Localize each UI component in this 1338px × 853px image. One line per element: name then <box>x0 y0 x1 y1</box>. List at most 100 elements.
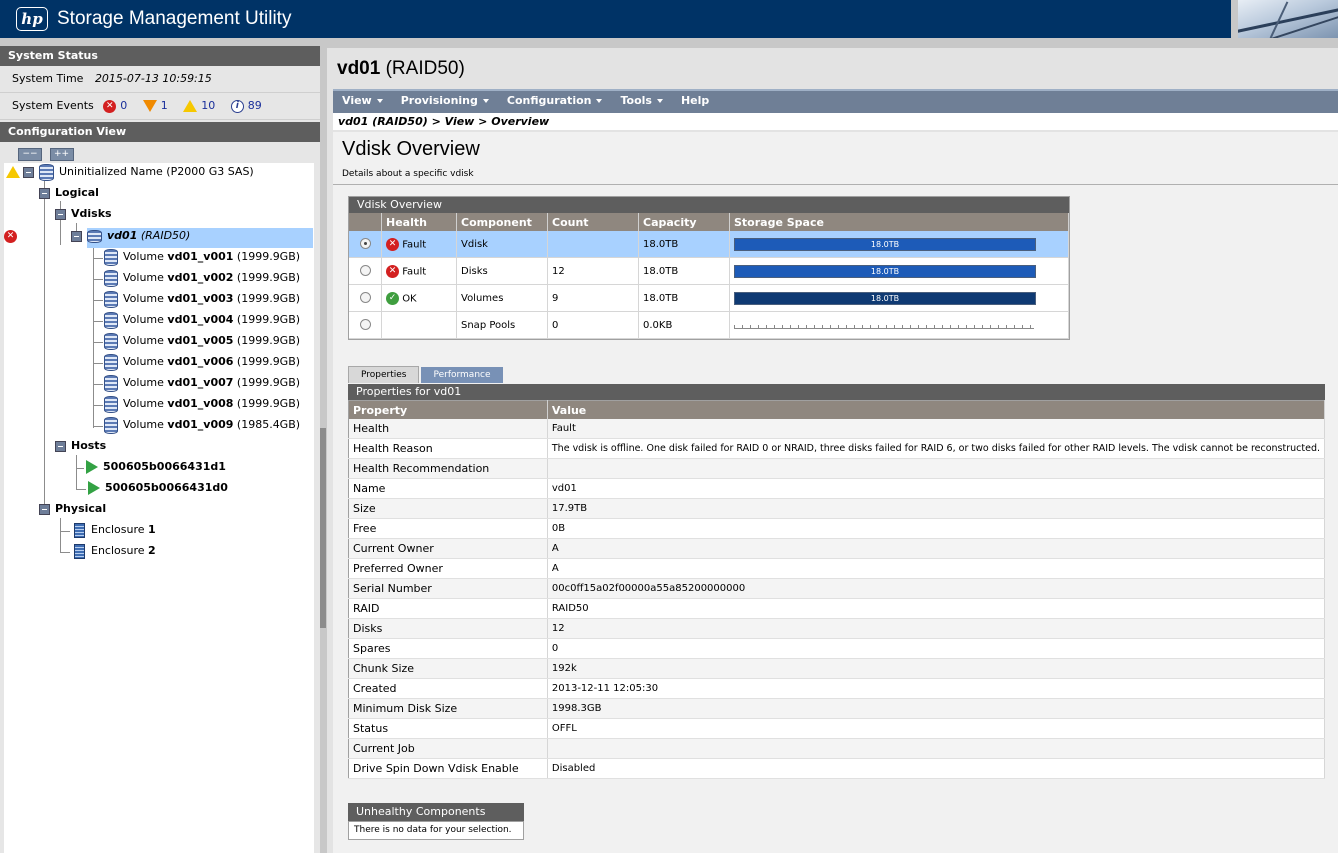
property-name: Current Owner <box>348 538 548 559</box>
property-value: 17.9TB <box>547 498 1326 519</box>
volume-icon <box>104 248 118 266</box>
error-events[interactable]: 1 <box>142 93 168 119</box>
tree-node-physical[interactable]: Physical <box>39 500 106 520</box>
column-header: Property <box>348 400 548 419</box>
row-radio[interactable] <box>359 319 371 331</box>
vdisk-overview-panel: Vdisk Overview Health Component Count Ca… <box>348 196 1070 340</box>
row-radio[interactable] <box>359 238 371 250</box>
unhealthy-components-panel: Unhealthy Components There is no data fo… <box>348 803 524 840</box>
content-pane: Vdisk Overview Details about a specific … <box>333 132 1338 853</box>
health-value <box>381 311 457 339</box>
column-header: Storage Space <box>729 213 1069 231</box>
table-row: Spares 0 <box>348 638 1326 659</box>
enclosure-icon <box>74 543 85 559</box>
volume-name: vd01_v007 <box>167 376 234 389</box>
tree-node-volume[interactable]: Volume vd01_v001 (1999.9GB) <box>104 248 300 268</box>
property-name: Serial Number <box>348 578 548 599</box>
tree-node-volume[interactable]: Volume vd01_v007 (1999.9GB) <box>104 374 300 394</box>
warning-events[interactable]: 10 <box>183 93 215 119</box>
info-events[interactable]: i 89 <box>230 93 262 119</box>
tree-node-system[interactable]: Uninitialized Name (P2000 G3 SAS) <box>6 163 254 183</box>
tab-performance[interactable]: Performance <box>421 367 503 383</box>
configuration-view-header: Configuration View <box>0 122 320 142</box>
property-name: Free <box>348 518 548 539</box>
row-radio[interactable] <box>359 265 371 277</box>
property-value: 2013-12-11 12:05:30 <box>547 678 1326 699</box>
tree-node-volume[interactable]: Volume vd01_v008 (1999.9GB) <box>104 395 300 415</box>
volume-name: vd01_v006 <box>167 355 234 368</box>
table-row: Preferred Owner A <box>348 558 1326 579</box>
tree-node-host[interactable]: 500605b0066431d0 <box>88 479 228 499</box>
table-row[interactable]: ✕ Fault Vdisk 18.0TB 18.0TB <box>349 231 1069 258</box>
row-radio[interactable] <box>359 292 371 304</box>
tree-node-volume[interactable]: Volume vd01_v009 (1985.4GB) <box>104 416 300 436</box>
collapse-icon[interactable] <box>23 166 34 178</box>
collapse-icon[interactable] <box>71 230 82 242</box>
component-cell: Snap Pools <box>456 311 548 339</box>
overview-panel-title: Vdisk Overview <box>349 197 1069 213</box>
tree-node-enclosure[interactable]: Enclosure 1 <box>74 521 156 541</box>
table-row: Health Reason The vdisk is offline. One d… <box>348 438 1326 459</box>
capacity-cell: 0.0KB <box>638 311 730 339</box>
storage-bar: 18.0TB <box>734 291 1036 305</box>
select-column-header <box>349 213 382 231</box>
table-row: Status OFFL <box>348 718 1326 739</box>
menu-configuration[interactable]: Configuration <box>498 91 612 111</box>
tree-node-vdisks[interactable]: Vdisks <box>55 205 112 225</box>
tree-node-volume[interactable]: Volume vd01_v002 (1999.9GB) <box>104 269 300 289</box>
tree-node-label: Logical <box>55 186 99 199</box>
menu-help[interactable]: Help <box>672 91 718 111</box>
warning-icon <box>6 166 20 178</box>
property-name: Name <box>348 478 548 499</box>
tree-node-hosts[interactable]: Hosts <box>55 437 106 457</box>
tree-node-volume[interactable]: Volume vd01_v004 (1999.9GB) <box>104 311 300 331</box>
enclosure-icon <box>74 522 85 538</box>
property-value: 0 <box>547 638 1326 659</box>
storage-bar: 18.0TB <box>734 237 1036 251</box>
host-icon <box>88 481 100 495</box>
table-row: Chunk Size 192k <box>348 658 1326 679</box>
collapse-icon[interactable] <box>39 187 50 199</box>
volume-name: vd01_v002 <box>167 271 234 284</box>
property-value: A <box>547 558 1326 579</box>
volume-name: vd01_v001 <box>167 250 234 263</box>
critical-events[interactable]: ✕ 0 <box>103 93 127 119</box>
storage-bar-empty <box>734 321 1034 329</box>
tree-node-label: Vdisks <box>71 207 112 220</box>
table-row: Current Owner A <box>348 538 1326 559</box>
table-row: RAID RAID50 <box>348 598 1326 619</box>
collapse-icon[interactable] <box>55 208 66 220</box>
tree-node-logical[interactable]: Logical <box>39 184 99 204</box>
system-status-header: System Status <box>0 46 320 66</box>
volume-icon <box>104 353 118 371</box>
volume-size: (1999.9GB) <box>236 292 301 305</box>
menu-tools[interactable]: Tools <box>611 91 671 111</box>
volume-prefix: Volume <box>123 397 164 410</box>
table-row: Disks 12 <box>348 618 1326 639</box>
tab-properties[interactable]: Properties <box>348 366 420 383</box>
tree-node-host[interactable]: 500605b0066431d1 <box>86 458 226 478</box>
property-value: The vdisk is offline. One disk failed fo… <box>547 438 1326 459</box>
volume-size: (1985.4GB) <box>236 418 301 431</box>
tree-node-vd01[interactable]: vd01 (RAID50) <box>71 227 190 247</box>
table-row[interactable]: ✕ Fault Disks 12 18.0TB 18.0TB <box>349 257 1069 285</box>
collapse-icon[interactable] <box>39 503 50 515</box>
table-row: Drive Spin Down Vdisk Enable Disabled <box>348 758 1326 779</box>
table-row[interactable]: ✓ OK Volumes 9 18.0TB 18.0TB <box>349 284 1069 312</box>
menu-provisioning[interactable]: Provisioning <box>392 91 498 111</box>
tree-node-volume[interactable]: Volume vd01_v006 (1999.9GB) <box>104 353 300 373</box>
property-name: Current Job <box>348 738 548 759</box>
collapse-all-button[interactable]: −− <box>18 148 42 161</box>
column-header: Health <box>381 213 457 231</box>
tree-node-enclosure[interactable]: Enclosure 2 <box>74 542 156 562</box>
menu-view[interactable]: View <box>333 91 392 111</box>
panel-splitter[interactable] <box>320 428 326 628</box>
expand-all-button[interactable]: ++ <box>49 148 74 161</box>
table-row: Minimum Disk Size 1998.3GB <box>348 698 1326 719</box>
breadcrumb-text: vd01 (RAID50) > View > Overview <box>338 115 550 128</box>
tree-node-volume[interactable]: Volume vd01_v005 (1999.9GB) <box>104 332 300 352</box>
component-cell: Disks <box>456 257 548 285</box>
tree-node-volume[interactable]: Volume vd01_v003 (1999.9GB) <box>104 290 300 310</box>
table-row[interactable]: Snap Pools 0 0.0KB <box>349 311 1069 339</box>
collapse-icon[interactable] <box>55 440 66 452</box>
